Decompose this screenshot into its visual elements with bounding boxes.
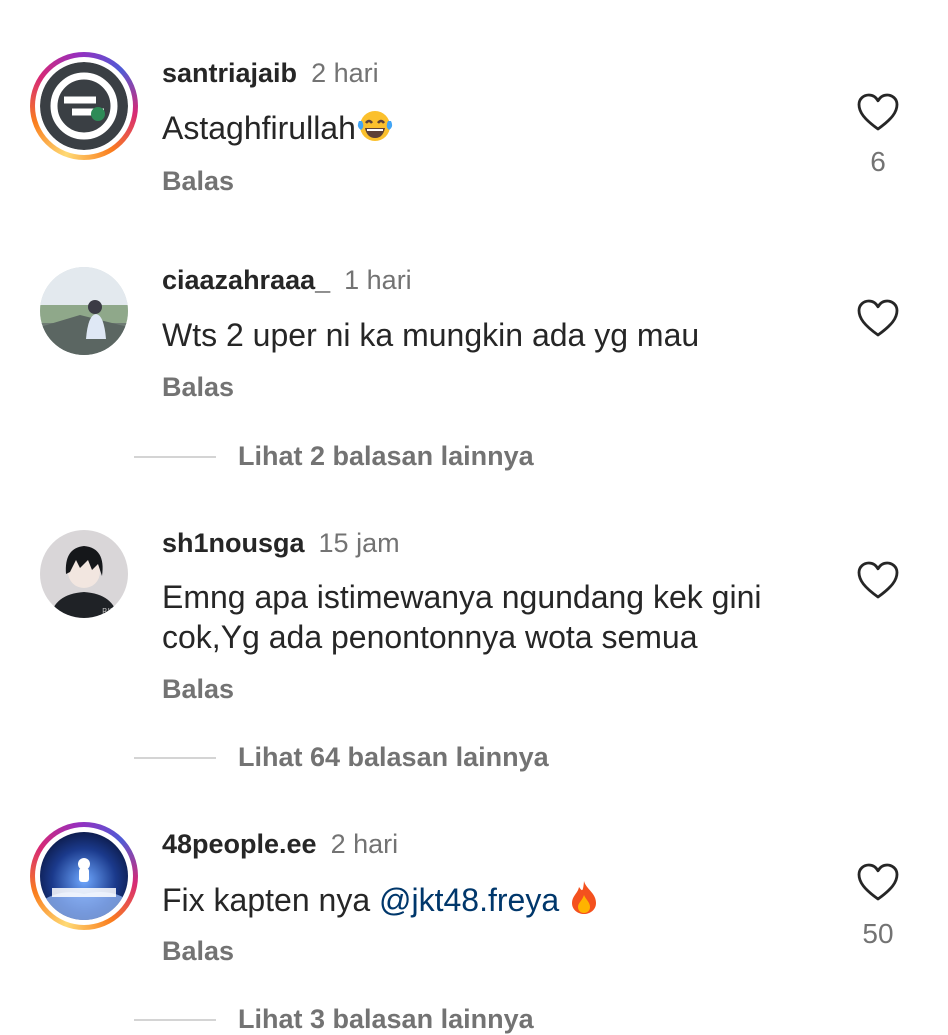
heart-outline-icon[interactable] bbox=[856, 298, 900, 338]
fire-emoji bbox=[568, 879, 600, 924]
comment-meta: sh1nousga 15 jam bbox=[162, 528, 400, 559]
comment-text-body: Fix kapten nya bbox=[162, 882, 379, 918]
avatar-logo-image bbox=[40, 62, 128, 150]
avatar-logo-image bbox=[40, 832, 128, 920]
heart-outline-icon[interactable] bbox=[856, 92, 900, 132]
tears-of-joy-emoji bbox=[356, 109, 394, 152]
username[interactable]: ciaazahraaa_ bbox=[162, 265, 330, 295]
reply-button[interactable]: Balas bbox=[162, 674, 234, 705]
avatar[interactable] bbox=[30, 822, 138, 930]
comment-text: Wts 2 uper ni ka mungkin ada yg mau bbox=[162, 317, 700, 353]
heart-outline-icon[interactable] bbox=[856, 862, 900, 902]
avatar[interactable] bbox=[30, 52, 138, 160]
comment-text: Astaghfirullah bbox=[162, 108, 822, 152]
comment-text-line: cok,Yg ada penontonnya wota semua bbox=[162, 619, 698, 655]
comment-text-body: Astaghfirullah bbox=[162, 110, 356, 146]
svg-text:RIN: RIN bbox=[102, 607, 116, 616]
heart-outline-icon[interactable] bbox=[856, 560, 900, 600]
avatar[interactable] bbox=[40, 267, 128, 355]
comment-text-line: Emng apa istimewanya ngundang kek gini bbox=[162, 579, 762, 615]
view-replies-button[interactable]: Lihat 64 balasan lainnya bbox=[238, 742, 549, 773]
reply-button[interactable]: Balas bbox=[162, 166, 234, 197]
reply-button[interactable]: Balas bbox=[162, 372, 234, 403]
divider bbox=[134, 1019, 216, 1021]
avatar-photo-image bbox=[40, 267, 128, 355]
like-count: 50 bbox=[862, 918, 894, 949]
view-replies-button[interactable]: Lihat 2 balasan lainnya bbox=[238, 441, 534, 472]
username[interactable]: 48people.ee bbox=[162, 829, 317, 859]
divider bbox=[134, 456, 216, 458]
timestamp: 2 hari bbox=[330, 829, 399, 859]
divider bbox=[134, 757, 216, 759]
like-count: 6 bbox=[870, 146, 886, 177]
mention-link[interactable]: @jkt48.freya bbox=[379, 882, 559, 918]
avatar-anime-image: RIN bbox=[40, 530, 128, 618]
timestamp: 2 hari bbox=[311, 58, 379, 88]
timestamp: 15 jam bbox=[318, 528, 400, 558]
comment-meta: santriajaib 2 hari bbox=[162, 58, 379, 89]
comment-text: Emng apa istimewanya ngundang kek gini c… bbox=[162, 577, 822, 657]
reply-button[interactable]: Balas bbox=[162, 936, 234, 967]
comment-meta: 48people.ee 2 hari bbox=[162, 829, 398, 860]
comment-text: Fix kapten nya @jkt48.freya bbox=[162, 879, 822, 924]
avatar[interactable]: RIN bbox=[40, 530, 128, 618]
view-replies-button[interactable]: Lihat 3 balasan lainnya bbox=[238, 1004, 534, 1035]
timestamp: 1 hari bbox=[344, 265, 412, 295]
comment-meta: ciaazahraaa_ 1 hari bbox=[162, 265, 412, 296]
username[interactable]: santriajaib bbox=[162, 58, 297, 88]
username[interactable]: sh1nousga bbox=[162, 528, 305, 558]
